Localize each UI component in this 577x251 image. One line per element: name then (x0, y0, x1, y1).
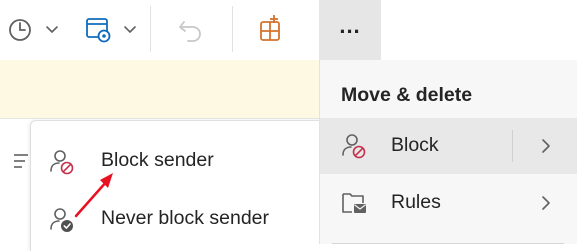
undo-button[interactable] (160, 0, 224, 60)
apps-add-button[interactable] (240, 0, 304, 60)
section-header: Move & delete (341, 84, 473, 106)
block-label: Block (391, 134, 439, 156)
chevron-right-icon[interactable] (539, 137, 553, 155)
calendar-settings-icon (86, 18, 136, 43)
filter-list-icon[interactable] (13, 152, 29, 172)
more-icon: ... (339, 13, 361, 38)
toolbar-divider (150, 6, 151, 52)
toolbar: ... (0, 0, 577, 60)
clock-icon (9, 19, 58, 41)
block-sender-label: Block sender (101, 149, 214, 171)
never-block-sender-item[interactable]: Never block sender (31, 191, 331, 247)
rules-menu-item[interactable]: Rules (320, 175, 577, 231)
rules-icon (342, 193, 366, 213)
rules-label: Rules (391, 191, 441, 213)
chevron-right-icon[interactable] (539, 194, 553, 212)
calendar-settings-button[interactable] (76, 0, 146, 60)
chevron-down-icon (124, 26, 136, 33)
more-options-button[interactable]: ... (319, 0, 381, 60)
divider (0, 118, 330, 119)
undo-icon (179, 21, 201, 42)
snooze-button[interactable] (0, 0, 66, 60)
split-divider (512, 130, 513, 162)
block-person-icon (342, 134, 366, 159)
never-block-sender-label: Never block sender (101, 207, 269, 229)
chevron-down-icon (46, 26, 58, 33)
more-options-menu: Move & delete Block Rules (319, 60, 577, 244)
block-sender-item[interactable]: Block sender (31, 133, 331, 189)
block-person-icon (50, 150, 74, 175)
safe-person-icon (50, 208, 73, 232)
block-submenu: Block sender Never block sender (30, 120, 331, 251)
block-menu-item[interactable]: Block (320, 118, 577, 174)
toolbar-divider (232, 6, 233, 52)
apps-add-icon (260, 15, 280, 41)
